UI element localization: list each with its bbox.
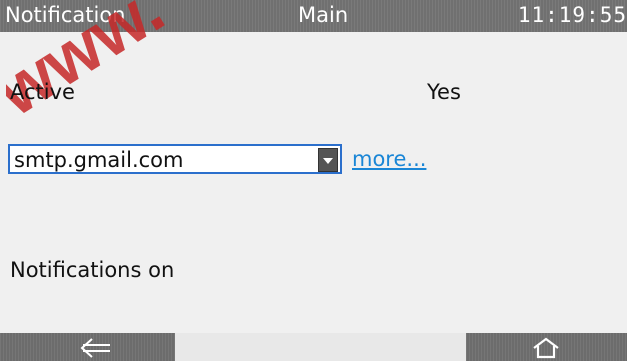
bottom-bar [0, 333, 627, 361]
menu-title: Main [298, 3, 349, 27]
home-button[interactable] [466, 333, 627, 361]
back-button[interactable] [0, 333, 175, 361]
smtp-server-select[interactable]: smtp.gmail.com [8, 144, 342, 174]
screen-title: Notification [5, 3, 126, 27]
notifications-on-label: Notifications on [10, 258, 175, 282]
dropdown-arrow-icon[interactable] [318, 148, 338, 172]
more-link[interactable]: more... [352, 147, 426, 171]
title-bar: Notification Main 11:19:55 [0, 0, 627, 32]
active-value[interactable]: Yes [427, 80, 461, 104]
clock: 11:19:55 [517, 3, 627, 27]
smtp-server-value: smtp.gmail.com [14, 148, 184, 172]
active-label: Active [10, 80, 75, 104]
arrow-left-icon [80, 338, 110, 358]
home-icon [533, 337, 559, 359]
